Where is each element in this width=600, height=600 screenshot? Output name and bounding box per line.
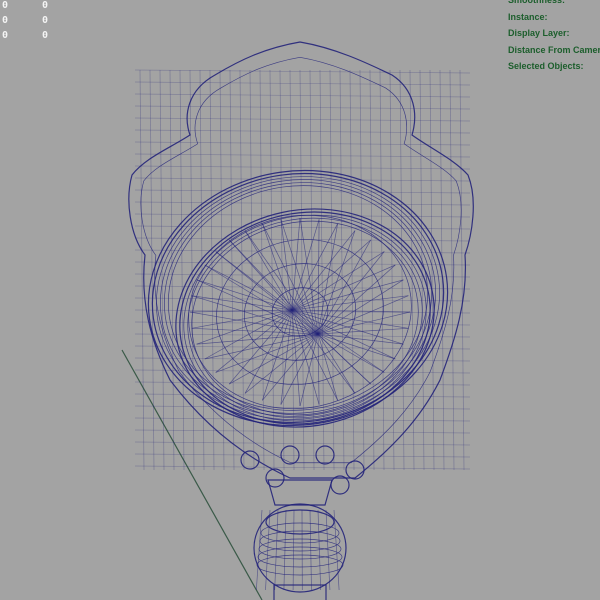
ornament-knob bbox=[315, 445, 335, 465]
frame-mesh-line bbox=[269, 69, 275, 471]
hud-distance-from-camera-label: Distance From Camera: bbox=[508, 44, 600, 55]
post-ball-band bbox=[256, 554, 344, 576]
clock-spoke bbox=[191, 295, 293, 311]
frame-mesh-line bbox=[134, 117, 471, 122]
poly-count-stats: 0 0 0 0 0 0 bbox=[2, 0, 62, 45]
clock-spoke bbox=[291, 251, 385, 311]
clock-inner-ring bbox=[187, 217, 423, 419]
frame-mesh-line bbox=[429, 69, 435, 471]
frame-mesh-line bbox=[229, 69, 235, 471]
frame-mesh-line bbox=[134, 201, 471, 206]
frame-mesh-line bbox=[134, 189, 471, 194]
frame-mesh-line bbox=[179, 69, 185, 471]
frame-mesh-line bbox=[134, 249, 471, 254]
stats-value: 0 bbox=[2, 30, 9, 41]
clock-spoke bbox=[291, 309, 409, 329]
frame-mesh-line bbox=[134, 441, 471, 446]
clock-spoke bbox=[215, 251, 319, 335]
post-ball-rib bbox=[274, 509, 279, 591]
stats-value: 0 bbox=[2, 15, 9, 26]
clock-spoke bbox=[191, 327, 319, 335]
ornament-knob bbox=[330, 475, 350, 495]
frame-mesh-line bbox=[134, 81, 471, 86]
clock-spoke bbox=[317, 311, 411, 335]
post-ball-rim bbox=[265, 509, 335, 535]
frame-mesh-line bbox=[134, 165, 471, 170]
post-collar bbox=[267, 479, 333, 506]
frame-mesh-line bbox=[439, 69, 445, 471]
hud-display-layer-label: Display Layer: bbox=[508, 28, 570, 38]
hud-selected-objects-label: Selected Objects: bbox=[508, 61, 584, 71]
ornament-knob bbox=[345, 460, 365, 480]
heads-up-display: Smoothness: Instance: Display Layer: Dis… bbox=[508, 0, 600, 75]
post-ball-rib bbox=[292, 509, 295, 591]
frame-mesh-line bbox=[134, 465, 471, 470]
frame-mesh-line bbox=[389, 69, 395, 471]
clock-spoke bbox=[317, 327, 409, 335]
frame-mesh-line bbox=[134, 429, 471, 434]
stats-value: 0 bbox=[42, 0, 49, 11]
stats-value: 0 bbox=[42, 30, 49, 41]
clock-spoke bbox=[215, 309, 293, 373]
frame-mesh-line bbox=[134, 129, 471, 134]
stats-value: 0 bbox=[2, 0, 9, 11]
clock-spoke bbox=[291, 223, 338, 311]
post-ball-rib bbox=[255, 509, 263, 591]
hud-smoothness-label: Smoothness: bbox=[508, 0, 566, 5]
frame-mesh-line bbox=[289, 69, 295, 471]
clock-spoke bbox=[196, 279, 293, 311]
post-ball-rib bbox=[309, 509, 312, 591]
frame-mesh-line bbox=[134, 141, 471, 146]
3d-viewport[interactable]: 0 0 0 0 0 0 Smoothness: Instance: Displa… bbox=[0, 0, 600, 600]
clock-spoke bbox=[191, 309, 293, 329]
stats-value: 0 bbox=[42, 15, 49, 26]
stats-row: 0 0 bbox=[2, 30, 62, 45]
post-ball-band bbox=[258, 538, 342, 560]
frame-mesh-line bbox=[134, 153, 471, 158]
stats-row: 0 0 bbox=[2, 15, 62, 30]
frame-mesh-line bbox=[459, 69, 465, 471]
wireframe-model[interactable] bbox=[0, 0, 600, 600]
frame-mesh-line bbox=[449, 69, 455, 471]
post-ball-band bbox=[257, 546, 343, 568]
frame-mesh-line bbox=[134, 105, 471, 110]
frame-mesh-line bbox=[134, 93, 471, 98]
stats-row: 0 0 bbox=[2, 0, 62, 15]
hud-instance-label: Instance: bbox=[508, 11, 548, 22]
clock-spoke bbox=[196, 333, 319, 345]
frame-mesh-line bbox=[134, 453, 471, 458]
